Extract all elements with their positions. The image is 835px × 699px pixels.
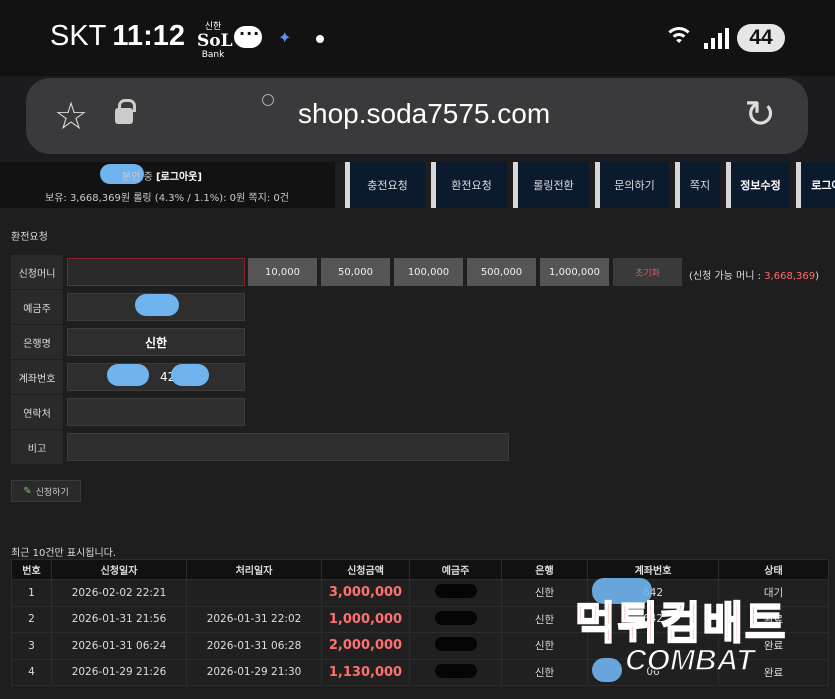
bank-field[interactable]: 신한 <box>67 328 245 356</box>
watermark-korean: 먹튀컴배트 <box>574 597 788 650</box>
nav-logout[interactable]: 로그아웃 <box>796 162 835 208</box>
col-bank: 은행 <box>501 559 588 580</box>
amount-500000-button[interactable]: 500,000 <box>467 258 536 286</box>
web-page: 본인 중 [로그아웃] 보유: 3,668,369원 롤링 (4.3% / 1.… <box>0 162 835 699</box>
user-info-box: 본인 중 [로그아웃] 보유: 3,668,369원 롤링 (4.3% / 1.… <box>0 162 335 208</box>
available-money: (신청 가능 머니 : 3,668,369) <box>689 271 819 282</box>
wifi-icon <box>662 25 696 51</box>
pencil-icon: ✎ <box>23 485 32 497</box>
nav-withdraw-request[interactable]: 환전요청 <box>431 162 507 208</box>
watermark-english: COMBAT <box>624 643 755 678</box>
balance-line: 보유: 3,668,369원 롤링 (4.3% / 1.1%): 0원 쪽지: … <box>45 193 289 204</box>
sparkle-icon: ✦ <box>278 28 292 47</box>
bookmark-star-icon[interactable]: ☆ <box>54 94 88 138</box>
col-process-date: 처리일자 <box>186 559 322 580</box>
nav-deposit-request[interactable]: 충전요청 <box>345 162 425 208</box>
url-text[interactable]: shop.soda7575.com <box>298 98 550 130</box>
amount-1000000-button[interactable]: 1,000,000 <box>540 258 609 286</box>
bank-app-notification-icon: 신한 SoL Bank <box>197 22 233 60</box>
amount-row: 신청머니 10,000 50,000 100,000 500,000 1,000… <box>11 255 831 289</box>
amount-label: 신청머니 <box>11 255 63 289</box>
redaction-blur <box>592 658 622 682</box>
redaction-blob <box>434 584 477 599</box>
col-request-date: 신청일자 <box>51 559 187 580</box>
amount-100000-button[interactable]: 100,000 <box>394 258 463 286</box>
carrier-time: SKT 11:12 <box>50 20 185 53</box>
reset-button[interactable]: 초기화 <box>613 258 682 286</box>
section-title: 환전요청 <box>11 232 48 243</box>
bank-label: 은행명 <box>11 325 63 359</box>
nav-inquiry[interactable]: 문의하기 <box>595 162 669 208</box>
nav-rolling-convert[interactable]: 롤링전환 <box>513 162 589 208</box>
login-status: 본인 중 <box>122 172 153 183</box>
amount-10000-button[interactable]: 10,000 <box>248 258 317 286</box>
redaction-blob <box>434 637 477 652</box>
carrier: SKT <box>50 20 107 52</box>
col-no: 번호 <box>11 559 52 580</box>
top-nav: 충전요청 환전요청 롤링전환 문의하기 쪽지 정보수정 로그아웃 <box>345 162 835 208</box>
redaction-blur <box>171 364 209 386</box>
battery-indicator: 44 <box>737 24 785 52</box>
notification-dot-icon <box>316 35 324 43</box>
submit-button[interactable]: ✎ 신청하기 <box>11 480 81 502</box>
amount-50000-button[interactable]: 50,000 <box>321 258 390 286</box>
logout-link[interactable]: [로그아웃] <box>156 172 202 183</box>
memo-field[interactable] <box>67 433 509 461</box>
table-header-row: 번호 신청일자 처리일자 신청금액 예금주 은행 계좌번호 상태 <box>11 559 829 580</box>
amount-input[interactable] <box>67 258 245 286</box>
browser-address-bar[interactable]: ☆ shop.soda7575.com ↻ <box>26 78 808 154</box>
history-note: 최근 10건만 표시됩니다. <box>11 548 117 559</box>
redaction-blob <box>434 663 477 678</box>
redaction-blur <box>135 294 179 316</box>
account-field[interactable]: 42 <box>67 363 245 391</box>
clock: 11:12 <box>112 20 185 52</box>
holder-label: 예금주 <box>11 290 63 324</box>
nav-edit-info[interactable]: 정보수정 <box>726 162 790 208</box>
redaction-blob <box>434 610 477 625</box>
reload-icon[interactable]: ↻ <box>744 92 776 136</box>
phone-status-bar: SKT11:12 신한 SoL Bank ✦ 44 <box>0 0 835 76</box>
chat-bubble-icon <box>234 24 262 48</box>
memo-label: 비고 <box>11 430 63 464</box>
memo-row: 비고 <box>11 430 831 464</box>
account-row: 계좌번호 42 <box>11 360 831 394</box>
redaction-blur <box>107 364 149 386</box>
holder-row: 예금주 <box>11 290 831 324</box>
contact-row: 연락처 <box>11 395 831 429</box>
bank-row: 은행명 신한 <box>11 325 831 359</box>
lock-icon[interactable] <box>115 99 136 124</box>
nav-message[interactable]: 쪽지 <box>675 162 720 208</box>
contact-field[interactable] <box>67 398 245 426</box>
col-account: 계좌번호 <box>587 559 719 580</box>
contact-label: 연락처 <box>11 395 63 429</box>
col-status: 상태 <box>718 559 829 580</box>
account-label: 계좌번호 <box>11 360 63 394</box>
indicator-circle-icon <box>262 94 274 106</box>
signal-icon <box>704 27 729 49</box>
col-amount: 신청금액 <box>321 559 410 580</box>
col-holder: 예금주 <box>409 559 502 580</box>
